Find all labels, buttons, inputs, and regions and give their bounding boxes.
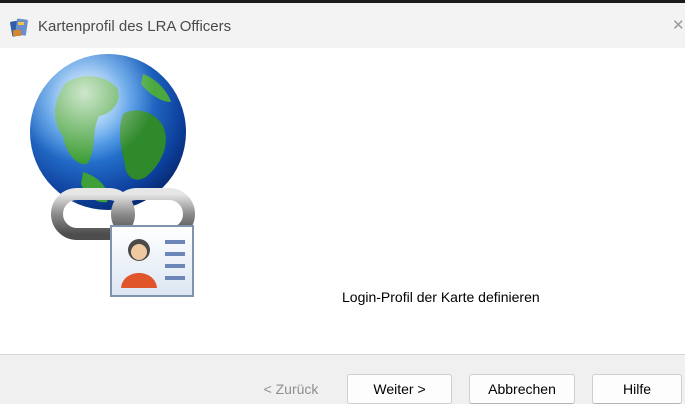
cancel-button[interactable]: Abbrechen	[469, 374, 575, 404]
window-title: Kartenprofil des LRA Officers	[38, 18, 232, 35]
wizard-footer: < Zurück Weiter > Abbrechen Hilfe	[0, 354, 685, 404]
help-button[interactable]: Hilfe	[592, 374, 682, 404]
globe-chain-id-card-illustration	[30, 54, 195, 297]
title-bar[interactable]: Kartenprofil des LRA Officers ✕	[0, 3, 685, 48]
wizard-content: Login-Profil der Karte definieren	[0, 48, 685, 354]
card-wizard-icon	[10, 18, 28, 37]
next-button[interactable]: Weiter >	[347, 374, 452, 404]
close-icon[interactable]: ✕	[672, 17, 685, 35]
back-button[interactable]: < Zurück	[242, 374, 340, 404]
step-message: Login-Profil der Karte definieren	[342, 289, 540, 305]
